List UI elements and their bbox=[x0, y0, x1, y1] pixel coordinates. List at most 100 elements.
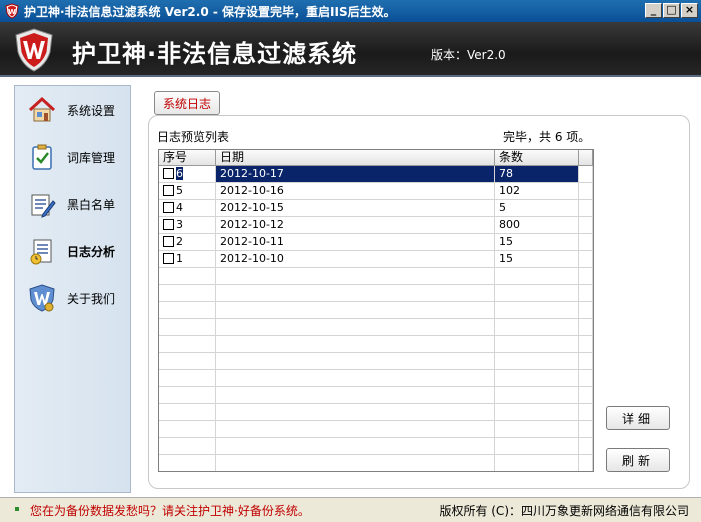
row-checkbox[interactable] bbox=[163, 252, 174, 264]
table-cell-empty bbox=[159, 421, 216, 437]
row-checkbox[interactable] bbox=[163, 167, 174, 179]
table-cell-empty bbox=[495, 319, 579, 335]
table-cell-empty bbox=[159, 302, 216, 318]
table-cell-empty bbox=[216, 319, 495, 335]
table-cell-filler bbox=[579, 421, 593, 437]
table-cell-empty bbox=[216, 455, 495, 471]
table-cell-empty bbox=[216, 336, 495, 352]
clipboard-check-icon bbox=[32, 144, 52, 170]
table-cell-id: 3 bbox=[159, 217, 216, 233]
app-header: 护卫神·非法信息过滤系统 版本：Ver2.0 bbox=[0, 22, 701, 77]
table-cell-date: 2012-10-10 bbox=[216, 251, 495, 267]
table-cell-empty bbox=[495, 370, 579, 386]
table-cell-empty bbox=[159, 285, 216, 301]
table-cell-id: 5 bbox=[159, 183, 216, 199]
table-cell-filler bbox=[579, 387, 593, 403]
table-cell-empty bbox=[216, 387, 495, 403]
table-cell-empty bbox=[495, 438, 579, 454]
table-cell-date: 2012-10-16 bbox=[216, 183, 495, 199]
row-id-text: 5 bbox=[176, 184, 183, 197]
sidebar-item-dictionary[interactable]: 词库管理 bbox=[15, 137, 131, 177]
sidebar-item-about-us[interactable]: 关于我们 bbox=[15, 278, 131, 318]
table-cell-empty bbox=[495, 302, 579, 318]
table-cell-empty bbox=[159, 370, 216, 386]
copyright-text: 版权所有 (C)：四川万象更新网络通信有限公司 bbox=[439, 504, 689, 518]
table-row-empty bbox=[159, 319, 593, 336]
table-row-empty bbox=[159, 268, 593, 285]
table-cell-empty bbox=[495, 336, 579, 352]
log-table[interactable]: 序号 日期 条数 6 2012-10-17 78 5 2012-10-16 102 4 201… bbox=[158, 149, 594, 472]
table-cell-filler bbox=[579, 404, 593, 420]
table-cell-empty bbox=[216, 285, 495, 301]
sidebar-item-label: 黑白名单 bbox=[67, 197, 116, 212]
table-cell-empty bbox=[159, 404, 216, 420]
table-cell-empty bbox=[495, 268, 579, 284]
table-cell-empty bbox=[159, 455, 216, 471]
table-cell-empty bbox=[495, 421, 579, 437]
column-header-date[interactable]: 日期 bbox=[216, 150, 495, 166]
window-titlebar: W 护卫神·非法信息过滤系统 Ver2.0 - 保存设置完毕，重启IIS后生效。… bbox=[0, 0, 701, 22]
maximize-button[interactable]: □ bbox=[663, 3, 680, 18]
minimize-button[interactable]: _ bbox=[645, 3, 662, 18]
table-cell-filler bbox=[579, 251, 593, 267]
bullet-icon bbox=[15, 507, 19, 511]
row-id-text: 6 bbox=[176, 167, 183, 180]
table-cell-empty bbox=[216, 404, 495, 420]
table-row-empty bbox=[159, 438, 593, 455]
row-checkbox[interactable] bbox=[163, 218, 174, 230]
list-caption: 日志预览列表 bbox=[157, 130, 230, 144]
table-cell-filler bbox=[579, 302, 593, 318]
row-checkbox[interactable] bbox=[163, 235, 174, 247]
table-header: 序号 日期 条数 bbox=[159, 150, 593, 166]
tab-system-log[interactable]: 系统日志 bbox=[154, 91, 220, 115]
window-title: 护卫神·非法信息过滤系统 Ver2.0 - 保存设置完毕，重启IIS后生效。 bbox=[24, 4, 396, 19]
main-panel: 系统日志 日志预览列表 完毕，共 6 项。 序号 日期 条数 6 2012-10-… bbox=[140, 85, 696, 493]
version-label: 版本：Ver2.0 bbox=[431, 48, 506, 62]
table-row-empty bbox=[159, 370, 593, 387]
table-cell-date: 2012-10-15 bbox=[216, 200, 495, 216]
sidebar-item-log-analysis[interactable]: 日志分析 bbox=[15, 231, 131, 271]
table-row[interactable]: 3 2012-10-12 800 bbox=[159, 217, 593, 234]
table-cell-filler bbox=[579, 353, 593, 369]
sidebar-item-blackwhite-list[interactable]: 黑白名单 bbox=[15, 184, 131, 224]
table-cell-filler bbox=[579, 336, 593, 352]
table-row-empty bbox=[159, 336, 593, 353]
column-header-id[interactable]: 序号 bbox=[159, 150, 216, 166]
table-body: 6 2012-10-17 78 5 2012-10-16 102 4 2012-10-15 5 3… bbox=[159, 166, 593, 471]
table-cell-empty bbox=[495, 404, 579, 420]
table-row[interactable]: 6 2012-10-17 78 bbox=[159, 166, 593, 183]
table-row[interactable]: 5 2012-10-16 102 bbox=[159, 183, 593, 200]
logo-shield-icon bbox=[15, 28, 53, 72]
table-cell-empty bbox=[159, 336, 216, 352]
table-row[interactable]: 4 2012-10-15 5 bbox=[159, 200, 593, 217]
row-checkbox[interactable] bbox=[163, 184, 174, 196]
table-row[interactable]: 2 2012-10-11 15 bbox=[159, 234, 593, 251]
close-button[interactable]: × bbox=[681, 3, 698, 18]
table-cell-filler bbox=[579, 319, 593, 335]
sidebar: 系统设置 词库管理 黑白名单 日志分析 关于我们 bbox=[14, 85, 131, 493]
sidebar-item-label: 系统设置 bbox=[67, 103, 116, 118]
table-row-empty bbox=[159, 455, 593, 471]
promo-link[interactable]: 您在为备份数据发愁吗？请关注护卫神·好备份系统。 bbox=[30, 502, 310, 519]
table-cell-empty bbox=[495, 353, 579, 369]
sidebar-item-label: 词库管理 bbox=[67, 150, 116, 165]
table-cell-id: 2 bbox=[159, 234, 216, 250]
table-cell-empty bbox=[495, 387, 579, 403]
table-cell-empty bbox=[159, 438, 216, 454]
row-checkbox[interactable] bbox=[163, 201, 174, 213]
table-cell-empty bbox=[159, 268, 216, 284]
list-pen-icon bbox=[31, 194, 56, 218]
sidebar-item-settings[interactable]: 系统设置 bbox=[15, 90, 131, 130]
log-report-icon bbox=[30, 239, 52, 265]
table-cell-empty bbox=[216, 353, 495, 369]
refresh-button[interactable]: 刷新 bbox=[606, 448, 670, 472]
column-header-filler bbox=[579, 150, 593, 166]
table-cell-count: 15 bbox=[495, 234, 579, 250]
sidebar-item-label: 关于我们 bbox=[67, 291, 116, 306]
column-header-count[interactable]: 条数 bbox=[495, 150, 579, 166]
app-shield-icon: W bbox=[5, 3, 19, 19]
table-cell-empty bbox=[159, 387, 216, 403]
detail-button[interactable]: 详细 bbox=[606, 406, 670, 430]
table-row[interactable]: 1 2012-10-10 15 bbox=[159, 251, 593, 268]
table-cell-filler bbox=[579, 234, 593, 250]
